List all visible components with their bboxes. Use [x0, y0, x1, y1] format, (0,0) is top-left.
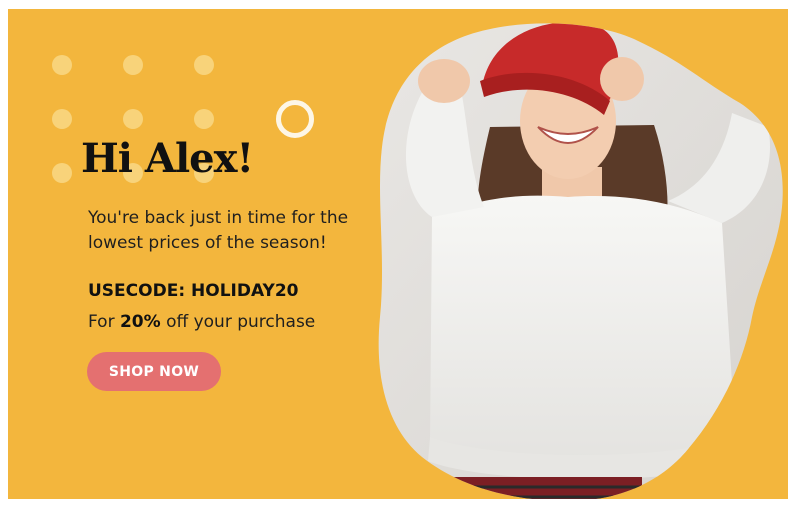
tagline-line: You're back just in time for the	[88, 208, 349, 228]
decor-ring	[276, 100, 314, 138]
tagline-text: You're back just in time for the lowest …	[88, 206, 388, 256]
decor-dot	[194, 109, 214, 129]
decor-dot	[123, 55, 143, 75]
tagline-line: lowest prices of the season!	[88, 233, 327, 253]
decor-dot	[123, 109, 143, 129]
offer-percent: 20%	[119, 312, 161, 332]
decor-dot	[52, 109, 72, 129]
decor-dot	[52, 55, 72, 75]
email-frame: Hi Alex! You're back just in time for th…	[0, 0, 796, 508]
offer-prefix: For	[88, 312, 120, 332]
hero-image	[378, 23, 783, 499]
decor-dot	[52, 163, 72, 183]
decor-dot	[194, 55, 214, 75]
shop-now-button[interactable]: SHOP NOW	[87, 352, 221, 391]
promo-banner: Hi Alex! You're back just in time for th…	[8, 9, 788, 499]
promo-offer-text: For 20% off your purchase	[88, 312, 315, 332]
offer-suffix: off your purchase	[160, 312, 316, 332]
promo-code: USECODE: HOLIDAY20	[88, 281, 299, 301]
greeting-heading: Hi Alex!	[81, 135, 254, 182]
